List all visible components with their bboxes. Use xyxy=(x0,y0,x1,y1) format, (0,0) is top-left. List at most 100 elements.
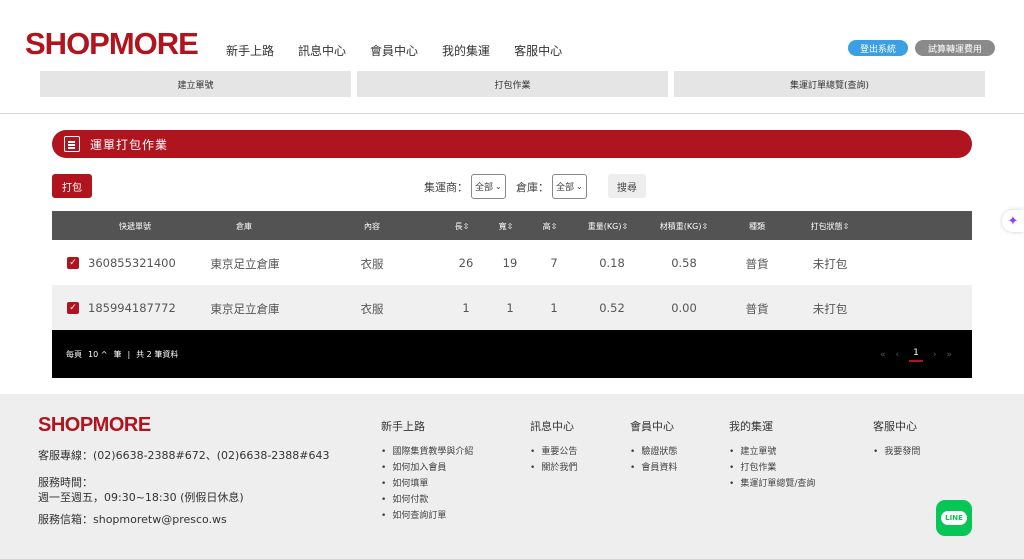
footer-link[interactable]: 驗證狀態 xyxy=(630,444,677,460)
type: 普貨 xyxy=(745,257,769,271)
footer-col-title: 客服中心 xyxy=(873,420,917,433)
total-count: 共 2 筆資料 xyxy=(136,350,179,359)
pack-status: 未打包 xyxy=(812,302,848,316)
table-row[interactable]: ✓ 360855321400 東京足立倉庫 衣服 26 19 7 0.18 0.… xyxy=(52,240,972,285)
search-button[interactable]: 搜尋 xyxy=(608,174,646,198)
section-banner: 運單打包作業 xyxy=(52,130,972,158)
sort-icon: ⇳ xyxy=(842,222,850,231)
col-content: 內容 xyxy=(364,222,380,231)
col-warehouse: 倉庫 xyxy=(236,222,252,231)
site-header: SHOPMORE 新手上路 訊息中心 會員中心 我的集運 客服中心 登出系統 試… xyxy=(0,0,1024,114)
footer-col-my-shipments: 我的集運 建立單號 打包作業 集運訂單總覽/查詢 xyxy=(729,418,815,492)
nav-messages[interactable]: 訊息中心 xyxy=(298,42,346,59)
checkbox-checked-icon[interactable]: ✓ xyxy=(67,257,79,269)
tracking-number: 185994187772 xyxy=(88,301,176,315)
chevron-up-icon: ^ xyxy=(100,350,108,359)
col-pack-status[interactable]: 打包狀態⇳ xyxy=(811,221,850,232)
footer-link[interactable]: 集運訂單總覽/查詢 xyxy=(729,476,815,492)
pack-status: 未打包 xyxy=(812,257,848,271)
warehouse-select[interactable]: 全部 ⌄ xyxy=(552,174,587,199)
col-length[interactable]: 長⇳ xyxy=(455,221,470,232)
footer-link[interactable]: 如何填單 xyxy=(381,476,473,492)
type: 普貨 xyxy=(745,302,769,316)
col-width[interactable]: 寬⇳ xyxy=(499,221,514,232)
length: 26 xyxy=(458,256,474,270)
footer-col-beginner: 新手上路 國際集貨教學與介紹 如何加入會員 如何填單 如何付款 如何查詢訂單 xyxy=(381,418,473,524)
tab-packing[interactable]: 打包作業 xyxy=(357,71,668,97)
col-height[interactable]: 高⇳ xyxy=(543,221,558,232)
footer-col-member: 會員中心 驗證狀態 會員資料 xyxy=(630,418,677,476)
width: 19 xyxy=(502,256,518,270)
line-button[interactable]: LINE xyxy=(936,500,972,536)
footer-link[interactable]: 建立單號 xyxy=(729,444,815,460)
nav-my-shipments[interactable]: 我的集運 xyxy=(442,42,490,59)
footer-link[interactable]: 會員資料 xyxy=(630,460,677,476)
nav-support[interactable]: 客服中心 xyxy=(514,42,562,59)
footer-col-title: 訊息中心 xyxy=(530,420,574,433)
content: 衣服 xyxy=(360,257,384,271)
footer-link[interactable]: 關於我們 xyxy=(530,460,577,476)
chevron-down-icon: ⌄ xyxy=(576,182,583,191)
table-row[interactable]: ✓ 185994187772 東京足立倉庫 衣服 1 1 1 0.52 0.00… xyxy=(52,285,972,330)
footer-link[interactable]: 我要發問 xyxy=(873,444,920,460)
pagination: « ‹ 1 › » xyxy=(880,348,952,362)
shipping-calculator-button[interactable]: 試算轉運費用 xyxy=(915,40,995,56)
volumetric-weight: 0.00 xyxy=(671,301,697,315)
warehouse-filter-label: 倉庫： xyxy=(516,180,549,194)
footer-link[interactable]: 如何付款 xyxy=(381,492,473,508)
agent-filter-label: 集運商： xyxy=(424,180,468,194)
clipboard-icon xyxy=(64,136,80,152)
checkbox-checked-icon[interactable]: ✓ xyxy=(67,302,79,314)
agent-filter: 集運商： 全部 ⌄ xyxy=(424,174,506,199)
table-footer: 每頁 10 ^ 筆 | 共 2 筆資料 « ‹ 1 › » xyxy=(52,330,972,378)
prev-page-icon[interactable]: ‹ xyxy=(896,350,900,360)
warehouse-select-value: 全部 xyxy=(556,183,575,193)
main-nav: 新手上路 訊息中心 會員中心 我的集運 客服中心 xyxy=(226,42,562,59)
col-type: 種類 xyxy=(749,222,765,231)
next-page-icon[interactable]: › xyxy=(933,350,937,360)
footer-col-support: 客服中心 我要發問 xyxy=(873,418,920,460)
pack-button[interactable]: 打包 xyxy=(52,174,92,198)
tab-create-number[interactable]: 建立單號 xyxy=(40,71,351,97)
content: 衣服 xyxy=(360,302,384,316)
warehouse: 東京足立倉庫 xyxy=(210,302,280,316)
weight: 0.18 xyxy=(599,256,625,270)
sparkle-icon[interactable]: ✦ xyxy=(1002,210,1024,232)
subtabs: 建立單號 打包作業 集運訂單總覽(查詢) xyxy=(40,71,985,97)
col-weight[interactable]: 重量(KG)⇳ xyxy=(588,221,628,232)
footer-col-title: 我的集運 xyxy=(729,420,773,433)
nav-beginner[interactable]: 新手上路 xyxy=(226,42,274,59)
current-page[interactable]: 1 xyxy=(909,348,923,362)
footer-col-title: 新手上路 xyxy=(381,420,425,433)
service-email: 服務信箱：shopmoretw@presco.ws xyxy=(38,513,227,526)
per-page-select[interactable]: 10 ^ xyxy=(88,350,107,359)
col-volumetric-weight[interactable]: 材積重(KG)⇳ xyxy=(660,221,708,232)
footer-link[interactable]: 國際集貨教學與介紹 xyxy=(381,444,473,460)
col-tracking-number: 快遞單號 xyxy=(119,222,151,231)
service-hours-label: 服務時間： xyxy=(38,476,93,489)
first-page-icon[interactable]: « xyxy=(880,350,886,360)
footer-link[interactable]: 打包作業 xyxy=(729,460,815,476)
tab-order-overview[interactable]: 集運訂單總覽(查詢) xyxy=(674,71,985,97)
last-page-icon[interactable]: » xyxy=(946,350,952,360)
sort-icon: ⇳ xyxy=(506,222,514,231)
table-header: 快遞單號 倉庫 內容 長⇳ 寬⇳ 高⇳ 重量(KG)⇳ 材積重(KG)⇳ 種類 … xyxy=(52,211,972,240)
section-title: 運單打包作業 xyxy=(90,137,169,152)
logout-button[interactable]: 登出系統 xyxy=(848,40,908,56)
agent-select[interactable]: 全部 ⌄ xyxy=(471,174,506,199)
weight: 0.52 xyxy=(599,301,625,315)
logo[interactable]: SHOPMORE xyxy=(25,26,199,62)
sort-icon: ⇳ xyxy=(550,222,558,231)
footer-logo: SHOPMORE xyxy=(38,414,151,436)
nav-member[interactable]: 會員中心 xyxy=(370,42,418,59)
footer-link[interactable]: 如何加入會員 xyxy=(381,460,473,476)
height: 1 xyxy=(550,301,558,315)
agent-select-value: 全部 xyxy=(475,183,494,193)
height: 7 xyxy=(550,256,558,270)
footer-link[interactable]: 如何查詢訂單 xyxy=(381,508,473,524)
length: 1 xyxy=(462,301,470,315)
footer-link[interactable]: 重要公告 xyxy=(530,444,577,460)
warehouse-filter: 倉庫： 全部 ⌄ xyxy=(516,174,587,199)
sort-icon: ⇳ xyxy=(462,222,470,231)
sort-icon: ⇳ xyxy=(621,222,629,231)
